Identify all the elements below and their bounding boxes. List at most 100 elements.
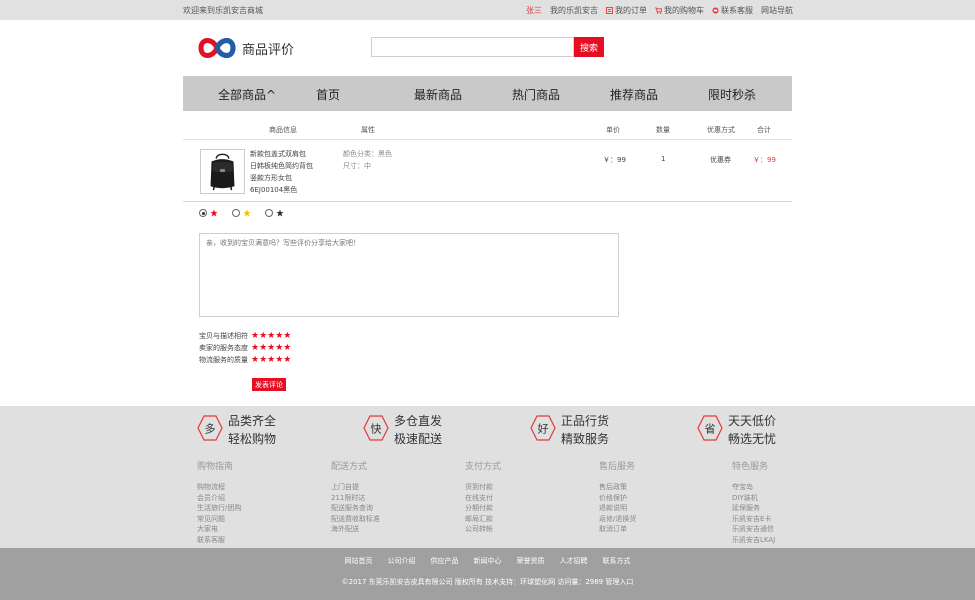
footer-link[interactable]: 分期付款: [465, 503, 501, 514]
product-name-line: 日韩板纯色简约背包: [250, 162, 313, 170]
footer-col-delivery: 配送方式 上门自提 211限时达 配送服务查询 配送费收取标准 海外配送: [331, 459, 380, 535]
footer-link[interactable]: 在线支付: [465, 493, 501, 504]
bottom-link-about[interactable]: 公司介绍: [388, 556, 416, 566]
good-review-icon: [210, 209, 218, 217]
footer-link[interactable]: 上门自提: [331, 482, 380, 493]
star-rating[interactable]: ★★★★★: [251, 343, 291, 353]
footer-col-shopping-guide: 购物指南 购物流程 会员介绍 生活旅行/团购 常见问题 大家电 联系客服: [197, 459, 241, 545]
bottom-link-contact[interactable]: 联系方式: [603, 556, 631, 566]
neutral-review-icon: [243, 209, 251, 217]
radio-good[interactable]: [199, 209, 207, 217]
nav-home[interactable]: 首页: [316, 86, 340, 103]
nav-hot[interactable]: 热门商品: [512, 86, 560, 103]
my-cart-link[interactable]: 我的购物车: [655, 5, 704, 16]
star-rating[interactable]: ★★★★★: [251, 355, 291, 365]
footer-link[interactable]: 配送服务查询: [331, 503, 380, 514]
my-cart-label: 我的购物车: [664, 6, 704, 15]
rating-neutral-option[interactable]: [232, 209, 251, 217]
svg-text:省: 省: [705, 423, 716, 436]
search-input[interactable]: [371, 37, 574, 57]
footer-link[interactable]: 返修/退换货: [599, 514, 636, 525]
footer-link[interactable]: 货到付款: [465, 482, 501, 493]
footer-link[interactable]: DIY装机: [732, 493, 775, 504]
top-bar: 欢迎来到乐凯安吉商城 张三 我的乐凯安吉 我的订单 我的购物车 联系客服 网站导…: [0, 0, 975, 20]
footer-col-payment: 支付方式 货到付款 在线支付 分期付款 邮局汇款 公司转帐: [465, 459, 501, 535]
hexagon-icon: 快: [363, 415, 389, 441]
footer-link[interactable]: 夺宝岛: [732, 482, 775, 493]
top-links: 张三 我的乐凯安吉 我的订单 我的购物车 联系客服 网站导航: [526, 5, 793, 16]
my-orders-link[interactable]: 我的订单: [606, 5, 647, 16]
svg-text:好: 好: [538, 422, 549, 436]
submit-review-button[interactable]: 发表评论: [252, 378, 286, 391]
nav-flash-sale[interactable]: 限时秒杀: [708, 86, 756, 103]
hexagon-icon: 省: [697, 415, 723, 441]
footer-link[interactable]: 配送费收取标准: [331, 514, 380, 525]
unit-price: ￥：99: [603, 156, 626, 164]
rating-bad-option[interactable]: [265, 209, 284, 217]
footer-link[interactable]: 延保服务: [732, 503, 775, 514]
table-row: 新款包盖式双肩包 日韩板纯色简约背包 竖款方形女包 6EJ00104黑色 颜色分…: [183, 140, 792, 202]
bottom-link-home[interactable]: 网站首页: [345, 556, 373, 566]
bottom-link-news[interactable]: 新闻中心: [474, 556, 502, 566]
radio-neutral[interactable]: [232, 209, 240, 217]
feature-line: 极速配送: [394, 432, 443, 446]
score-list: 宝贝与描述相符 ★★★★★ 卖家的服务态度 ★★★★★ 物流服务的质量 ★★★★…: [199, 330, 291, 366]
footer-link[interactable]: 会员介绍: [197, 493, 241, 504]
feature-line: 精致服务: [561, 432, 610, 446]
bottom-link-products[interactable]: 供应产品: [431, 556, 459, 566]
product-name[interactable]: 新款包盖式双肩包 日韩板纯色简约背包 竖款方形女包 6EJ00104黑色: [250, 148, 320, 196]
footer-link[interactable]: 价格保护: [599, 493, 636, 504]
footer-link[interactable]: 常见问题: [197, 514, 241, 525]
footer-link[interactable]: 生活旅行/团购: [197, 503, 241, 514]
search-button[interactable]: 搜索: [574, 37, 604, 57]
footer-col-title: 配送方式: [331, 462, 368, 472]
bottom-link-honors[interactable]: 荣誉资质: [517, 556, 545, 566]
cart-icon: [655, 7, 662, 14]
radio-bad[interactable]: [265, 209, 273, 217]
product-image[interactable]: [200, 149, 245, 194]
footer-link[interactable]: 联系客服: [197, 535, 241, 546]
footer-col-title: 支付方式: [465, 462, 502, 472]
copyright-text: ©2017 东莞乐凯安吉皮具有限公司 版权所有 技术支持：环球塑化网 访问量：2…: [341, 578, 634, 586]
footer-link[interactable]: 乐凯安吉通信: [732, 524, 775, 535]
discount-type: 优惠券: [710, 156, 731, 164]
my-site-link[interactable]: 我的乐凯安吉: [550, 5, 598, 16]
footer-link[interactable]: 海外配送: [331, 524, 380, 535]
total-price: ￥：99: [753, 156, 776, 164]
footer-link[interactable]: 乐凯安吉LKAJ: [732, 535, 775, 546]
attr-size: 尺寸：中: [343, 162, 371, 170]
review-textarea[interactable]: [199, 233, 619, 317]
footer-link[interactable]: 取消订单: [599, 524, 636, 535]
product-name-line: 新款包盖式双肩包: [250, 150, 306, 158]
nav-recommended[interactable]: 推荐商品: [610, 86, 658, 103]
contact-link[interactable]: 联系客服: [712, 5, 753, 16]
score-label: 物流服务的质量: [199, 356, 248, 364]
contact-label: 联系客服: [721, 6, 753, 15]
star-rating[interactable]: ★★★★★: [251, 331, 291, 341]
score-description: 宝贝与描述相符 ★★★★★: [199, 330, 291, 342]
footer-link[interactable]: 公司转帐: [465, 524, 501, 535]
rating-good-option[interactable]: [199, 209, 218, 217]
footer-link[interactable]: 邮局汇款: [465, 514, 501, 525]
user-link[interactable]: 张三: [526, 5, 542, 16]
bottom-link-jobs[interactable]: 人才招聘: [560, 556, 588, 566]
logo-icon[interactable]: [197, 34, 237, 62]
footer-link[interactable]: 售后政策: [599, 482, 636, 493]
footer-link[interactable]: 大家电: [197, 524, 241, 535]
bottom-bar: 网站首页 公司介绍 供应产品 新闻中心 荣誉资质 人才招聘 联系方式 ©2017…: [0, 548, 975, 600]
footer-link[interactable]: 购物流程: [197, 482, 241, 493]
footer-link[interactable]: 退款说明: [599, 503, 636, 514]
nav-all-products[interactable]: 全部商品^: [218, 86, 276, 103]
site-nav-link[interactable]: 网站导航: [761, 5, 793, 16]
col-attributes: 属性: [361, 126, 375, 134]
product-attributes: 颜色分类：黑色 尺寸：中: [343, 148, 392, 172]
footer-link[interactable]: 211限时达: [331, 493, 380, 504]
nav-newest[interactable]: 最新商品: [414, 86, 462, 103]
footer-link[interactable]: 乐凯安吉E卡: [732, 514, 775, 525]
feature-line: 天天低价: [728, 414, 777, 428]
bad-review-icon: [276, 209, 284, 217]
score-service: 卖家的服务态度 ★★★★★: [199, 342, 291, 354]
footer-col-title: 购物指南: [197, 462, 234, 472]
feature-line: 轻松购物: [228, 432, 277, 446]
page-title: 商品评价: [242, 43, 295, 58]
